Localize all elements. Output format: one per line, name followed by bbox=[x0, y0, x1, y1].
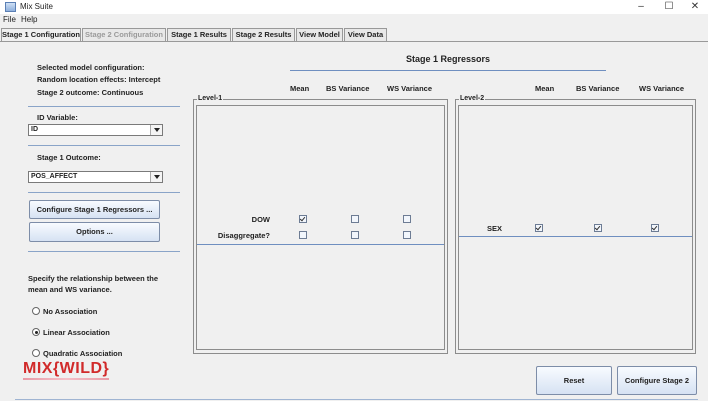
random-location-label: Random location effects: Intercept bbox=[37, 75, 161, 84]
regressor-name: DOW bbox=[251, 215, 270, 224]
tab-stage2-results[interactable]: Stage 2 Results bbox=[232, 28, 295, 41]
dow-ws-checkbox[interactable] bbox=[403, 215, 411, 223]
configure-stage2-button[interactable]: Configure Stage 2 bbox=[617, 366, 697, 395]
separator bbox=[28, 106, 180, 107]
regressors-title: Stage 1 Regressors bbox=[405, 54, 491, 64]
quadratic-association-label[interactable]: Quadratic Association bbox=[43, 349, 122, 358]
id-variable-select[interactable]: ID bbox=[28, 124, 163, 136]
close-icon[interactable]: ✕ bbox=[682, 0, 708, 14]
maximize-icon[interactable]: ☐ bbox=[656, 0, 682, 14]
level2-col-bs-variance: BS Variance bbox=[576, 84, 620, 93]
model-config-label: Selected model configuration: bbox=[37, 63, 145, 72]
level1-panel bbox=[196, 105, 445, 350]
regressor-name: SEX bbox=[486, 224, 502, 233]
menu-bar bbox=[0, 14, 708, 27]
tab-view-model[interactable]: View Model bbox=[296, 28, 343, 41]
reset-button[interactable]: Reset bbox=[536, 366, 612, 395]
dow-bs-checkbox[interactable] bbox=[351, 215, 359, 223]
radio-no-association[interactable] bbox=[32, 307, 40, 315]
tab-stage2-configuration[interactable]: Stage 2 Configuration bbox=[82, 28, 166, 41]
level1-col-mean: Mean bbox=[290, 84, 310, 93]
separator bbox=[28, 145, 180, 146]
tab-view-data[interactable]: View Data bbox=[344, 28, 387, 41]
level2-col-mean: Mean bbox=[535, 84, 555, 93]
level1-legend: Level-1 bbox=[197, 95, 224, 102]
disaggregate-ws-checkbox[interactable] bbox=[403, 231, 411, 239]
options-button[interactable]: Options ... bbox=[29, 222, 160, 242]
configure-stage1-regressors-button[interactable]: Configure Stage 1 Regressors ... bbox=[29, 200, 160, 219]
tab-divider bbox=[0, 41, 708, 42]
disaggregate-bs-checkbox[interactable] bbox=[351, 231, 359, 239]
app-icon bbox=[5, 2, 16, 12]
dow-mean-checkbox[interactable] bbox=[299, 215, 307, 223]
level2-col-ws-variance: WS Variance bbox=[639, 84, 685, 93]
stage1-outcome-label: Stage 1 Outcome: bbox=[37, 153, 101, 162]
level2-row-divider bbox=[459, 236, 692, 237]
radio-quadratic-association[interactable] bbox=[32, 349, 40, 357]
title-bar bbox=[0, 0, 708, 14]
tab-stage1-results[interactable]: Stage 1 Results bbox=[167, 28, 231, 41]
association-prompt-line1: Specify the relationship between the bbox=[28, 274, 159, 283]
no-association-label[interactable]: No Association bbox=[43, 307, 97, 316]
level1-row-divider bbox=[197, 244, 444, 245]
chevron-down-icon[interactable] bbox=[150, 172, 162, 182]
menu-file[interactable]: File bbox=[3, 15, 16, 24]
association-prompt-line2: mean and WS variance. bbox=[28, 285, 112, 294]
radio-linear-association[interactable] bbox=[32, 328, 40, 336]
tab-stage1-configuration[interactable]: Stage 1 Configuration bbox=[1, 28, 81, 42]
stage2-outcome-label: Stage 2 outcome: Continuous bbox=[37, 88, 144, 97]
bottom-separator bbox=[15, 399, 698, 400]
logo-underline bbox=[23, 378, 109, 380]
linear-association-label[interactable]: Linear Association bbox=[43, 328, 110, 337]
separator bbox=[28, 192, 180, 193]
level1-col-ws-variance: WS Variance bbox=[387, 84, 433, 93]
stage1-outcome-value: POS_AFFECT bbox=[31, 173, 78, 180]
sex-mean-checkbox[interactable] bbox=[535, 224, 543, 232]
minimize-icon[interactable]: – bbox=[628, 0, 654, 14]
separator bbox=[28, 251, 180, 252]
sex-ws-checkbox[interactable] bbox=[651, 224, 659, 232]
window-title: Mix Suite bbox=[20, 2, 53, 11]
title-underline bbox=[290, 70, 606, 71]
mixwild-logo: MIX{WILD} bbox=[23, 360, 110, 377]
id-variable-value: ID bbox=[31, 126, 38, 133]
level2-legend: Level-2 bbox=[459, 95, 486, 102]
id-variable-label: ID Variable: bbox=[37, 113, 78, 122]
regressor-name: Disaggregate? bbox=[217, 231, 270, 240]
menu-help[interactable]: Help bbox=[21, 15, 37, 24]
stage1-outcome-select[interactable]: POS_AFFECT bbox=[28, 171, 163, 183]
level1-col-bs-variance: BS Variance bbox=[326, 84, 370, 93]
disaggregate-mean-checkbox[interactable] bbox=[299, 231, 307, 239]
chevron-down-icon[interactable] bbox=[150, 125, 162, 135]
sex-bs-checkbox[interactable] bbox=[594, 224, 602, 232]
